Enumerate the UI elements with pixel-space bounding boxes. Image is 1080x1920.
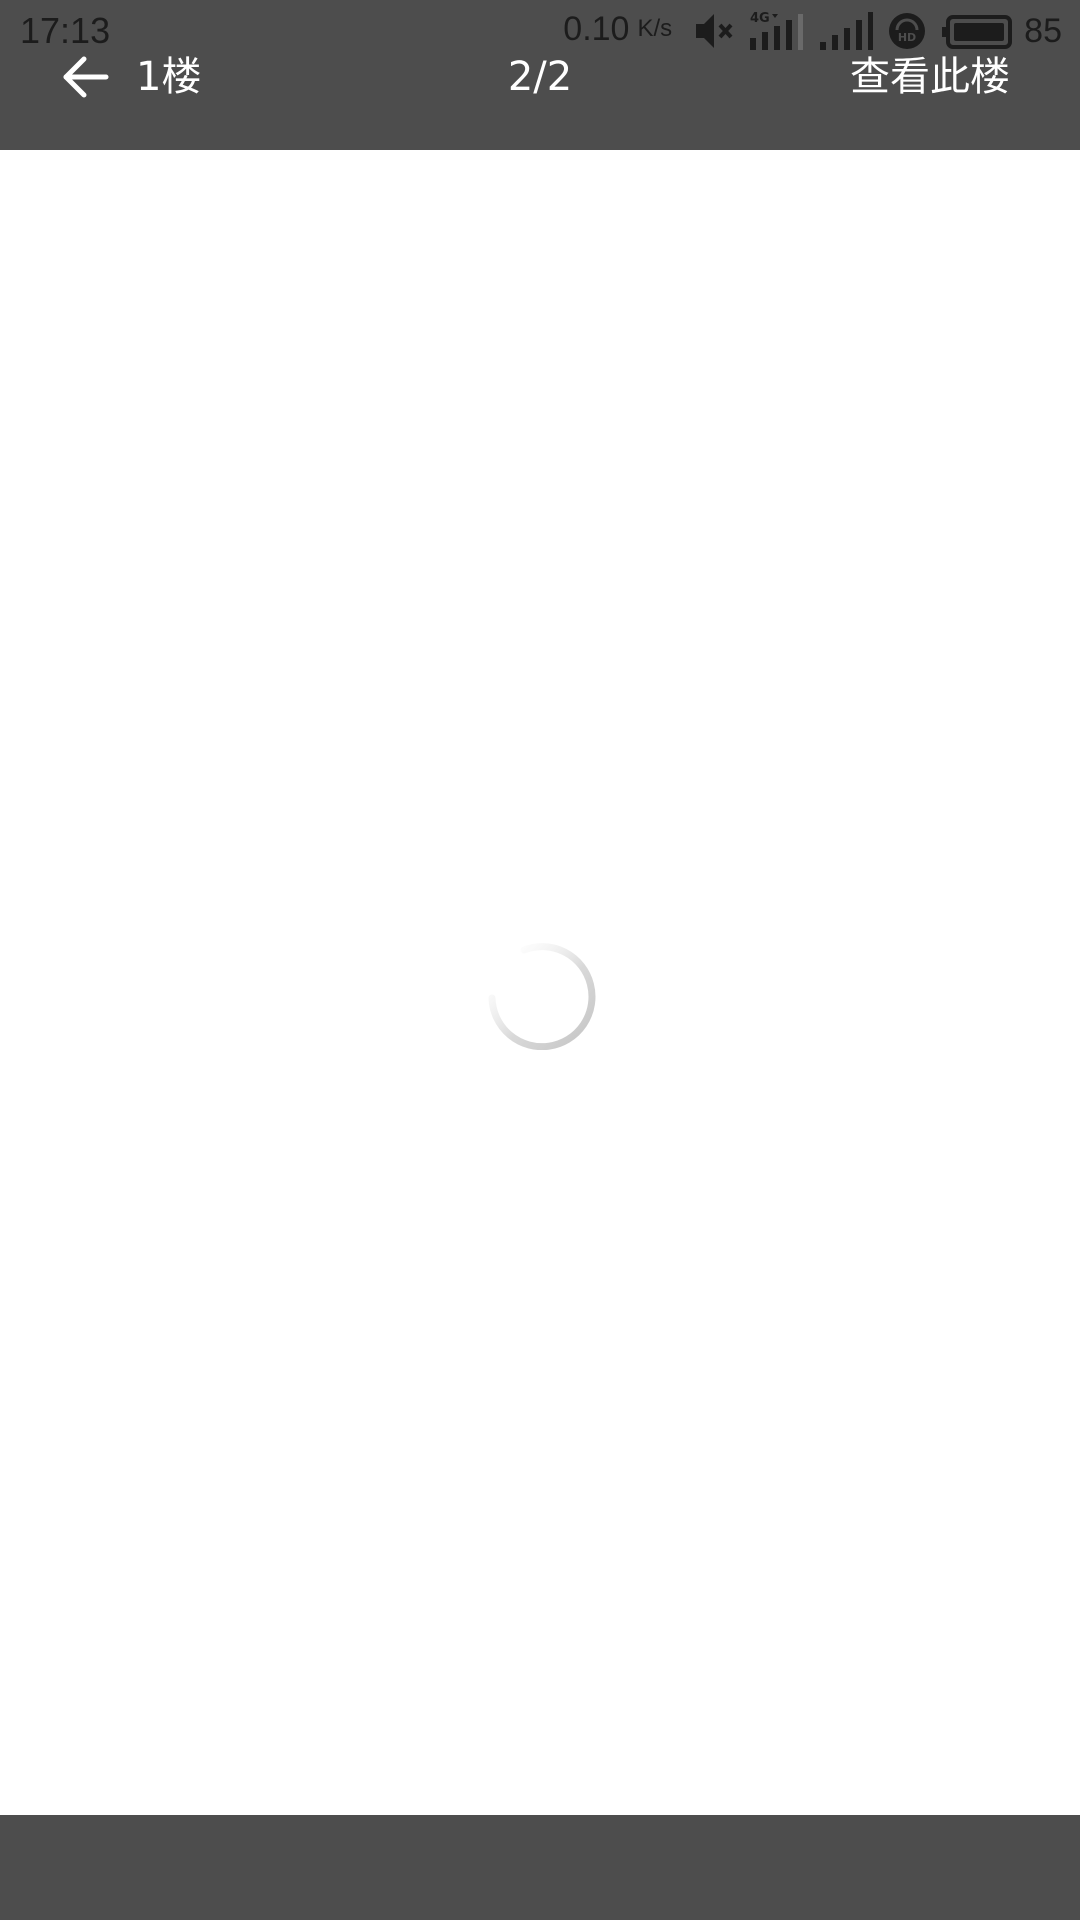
view-floor-button[interactable]: 查看此楼 [850,50,1010,104]
svg-text:4G: 4G [750,11,770,26]
title-bar: 1楼 2/2 查看此楼 [0,40,1080,114]
spinner-icon [488,943,596,1050]
image-viewer-screen: 17:13 0.10 K/s 4G HD 85 1楼 2/2 查看此楼 [0,0,1080,1920]
image-content-area [0,150,1080,1815]
top-bar: 17:13 0.10 K/s 4G HD 85 1楼 2/2 查看此楼 [0,0,1080,150]
bottom-bar [0,1815,1080,1920]
